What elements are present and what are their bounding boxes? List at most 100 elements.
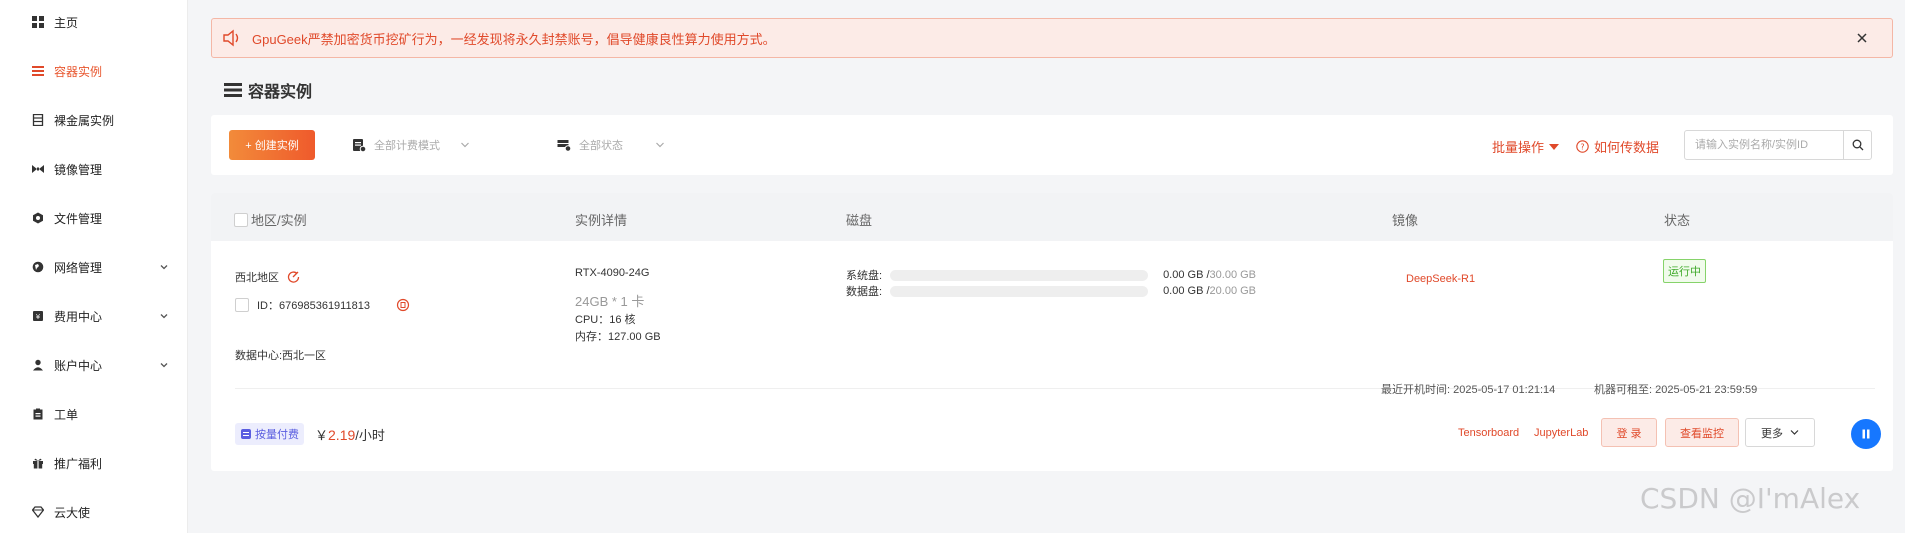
watermark: CSDN @I'mAlex [1640,482,1861,515]
sidebar-item-bare-metal[interactable]: 裸金属实例 [0,100,188,140]
status-select[interactable]: 全部状态 [557,134,665,156]
cpu-cores: CPU：16 核 [575,314,636,326]
sidebar-item-containers[interactable]: 容器实例 [0,51,188,91]
sidebar-item-label: 主页 [54,15,79,30]
gpu-model: RTX-4090-24G [575,267,650,279]
sidebar-item-label: 云大使 [54,505,91,520]
sidebar-item-files[interactable]: 文件管理 [0,198,188,238]
more-label: 更多 [1761,427,1783,440]
billing-tag: 按量付费 [235,423,304,445]
jupyterlab-link[interactable]: JupyterLab [1534,427,1588,439]
batch-actions-dropdown[interactable]: 批量操作 [1492,137,1560,156]
price-unit: /小时 [355,427,385,443]
svg-text:?: ? [1580,143,1584,152]
chevron-down-icon [461,142,469,148]
sidebar-item-label: 裸金属实例 [54,113,115,128]
sidebar-item-ambassador[interactable]: 云大使 [0,492,188,532]
login-button[interactable]: 登 录 [1601,418,1657,447]
memory: 内存：127.00 GB [575,331,661,343]
gpu-count: 24GB * 1 卡 [575,294,645,309]
page-title-text: 容器实例 [248,84,313,101]
globe-icon [32,261,44,273]
status-card-icon [557,140,571,152]
billing-mode-value: 全部计费模式 [374,140,440,152]
sidebar-item-home[interactable]: 主页 [0,2,188,42]
sidebar-item-label: 推广福利 [54,456,103,471]
banner-text: GpuGeek严禁加密货币挖矿行为，一经发现将永久封禁账号，倡导健康良性算力使用… [252,31,776,47]
svg-text:¥: ¥ [36,313,41,321]
list-icon [224,83,242,97]
sidebar-item-tickets[interactable]: 工单 [0,394,188,434]
question-circle-icon: ? [1576,140,1589,153]
data-disk-label: 数据盘: [846,286,883,298]
system-disk-total: 30.00 GB [1209,269,1257,281]
billing-mode-select[interactable]: 全部计费模式 [352,134,470,156]
caret-down-icon [1549,143,1560,150]
chevron-down-icon [160,265,168,270]
pause-button[interactable] [1851,419,1881,449]
header-region: 地区/实例 [234,210,307,229]
header-status: 状态 [1664,213,1691,228]
sidebar-item-billing[interactable]: ¥ 费用中心 [0,296,188,336]
search-icon [1852,139,1863,151]
more-dropdown[interactable]: 更多 [1745,418,1815,447]
toolbar: + 创建实例 全部计费模式 全部状态 批量操作 ? 如何传数据 [211,115,1893,175]
billing-info: 按量付费 ￥2.19/小时 [235,423,385,445]
price: ￥2.19/小时 [315,425,385,444]
create-instance-button[interactable]: + 创建实例 [229,130,315,160]
region-cell: 西北地区 [235,269,301,285]
batch-actions-label: 批量操作 [1492,140,1545,155]
chevron-down-icon [160,314,168,319]
header-disk: 磁盘 [846,213,873,228]
close-icon[interactable] [1854,30,1870,46]
menu-lines-icon [32,65,44,77]
instance-table: 地区/实例 实例详情 磁盘 镜像 状态 西北地区 ID：676985361911… [211,193,1893,471]
hexagon-icon [32,212,44,224]
table-header: 地区/实例 实例详情 磁盘 镜像 状态 [211,193,1893,241]
how-to-label: 如何传数据 [1594,140,1660,155]
copy-icon[interactable] [396,298,410,312]
instance-id-row: ID：676985361911813 [235,297,410,313]
sidebar: 主页 容器实例 裸金属实例 镜像管理 文件管理 网络管理 ¥ 费用中心 账户中心… [0,0,188,533]
billing-tag-label: 按量付费 [255,429,299,441]
data-disk-total: 20.00 GB [1209,285,1257,297]
price-value: 2.19 [328,426,356,443]
header-image: 镜像 [1392,213,1419,228]
row-checkbox[interactable] [235,298,249,312]
search-input[interactable] [1685,131,1843,159]
sidebar-item-account[interactable]: 账户中心 [0,345,188,385]
sidebar-item-label: 文件管理 [54,211,103,226]
status-badge: 运行中 [1663,259,1706,283]
sidebar-item-label: 工单 [54,407,79,422]
server-icon [32,114,44,126]
sidebar-item-label: 镜像管理 [54,162,103,177]
billing-doc-icon [353,139,366,152]
search-button[interactable] [1843,131,1871,159]
chevron-down-icon [1790,430,1799,435]
sidebar-item-promotion[interactable]: 推广福利 [0,443,188,483]
speaker-icon [223,29,239,47]
price-currency: ￥ [315,427,329,443]
monitor-button[interactable]: 查看监控 [1665,418,1739,447]
how-to-transfer-data-link[interactable]: ? 如何传数据 [1576,137,1659,156]
sidebar-item-network[interactable]: 网络管理 [0,247,188,287]
edit-icon[interactable] [287,270,301,284]
wallet-icon: ¥ [32,310,44,322]
status-filter-value: 全部状态 [579,140,623,152]
image-name: DeepSeek-R1 [1406,273,1476,285]
sidebar-item-images[interactable]: 镜像管理 [0,149,188,189]
last-boot-time: 最近开机时间: 2025-05-17 01:21:14 [1381,384,1556,396]
system-disk-label: 系统盘: [846,270,883,282]
region-name: 西北地区 [235,272,279,284]
system-disk-row: 系统盘: 0.00 GB / 30.00 GB [846,267,1256,283]
system-disk-bar [890,269,1149,281]
tensorboard-link[interactable]: Tensorboard [1458,427,1519,439]
select-all-checkbox[interactable] [234,212,248,227]
warning-banner: GpuGeek严禁加密货币挖矿行为，一经发现将永久封禁账号，倡导健康良性算力使用… [211,18,1893,58]
chevron-down-icon [656,142,664,148]
user-icon [32,359,44,371]
system-disk-used: 0.00 GB / [1163,269,1210,281]
instance-id: ID：676985361911813 [257,300,370,312]
grid-icon [32,16,44,28]
gift-icon [32,457,44,469]
